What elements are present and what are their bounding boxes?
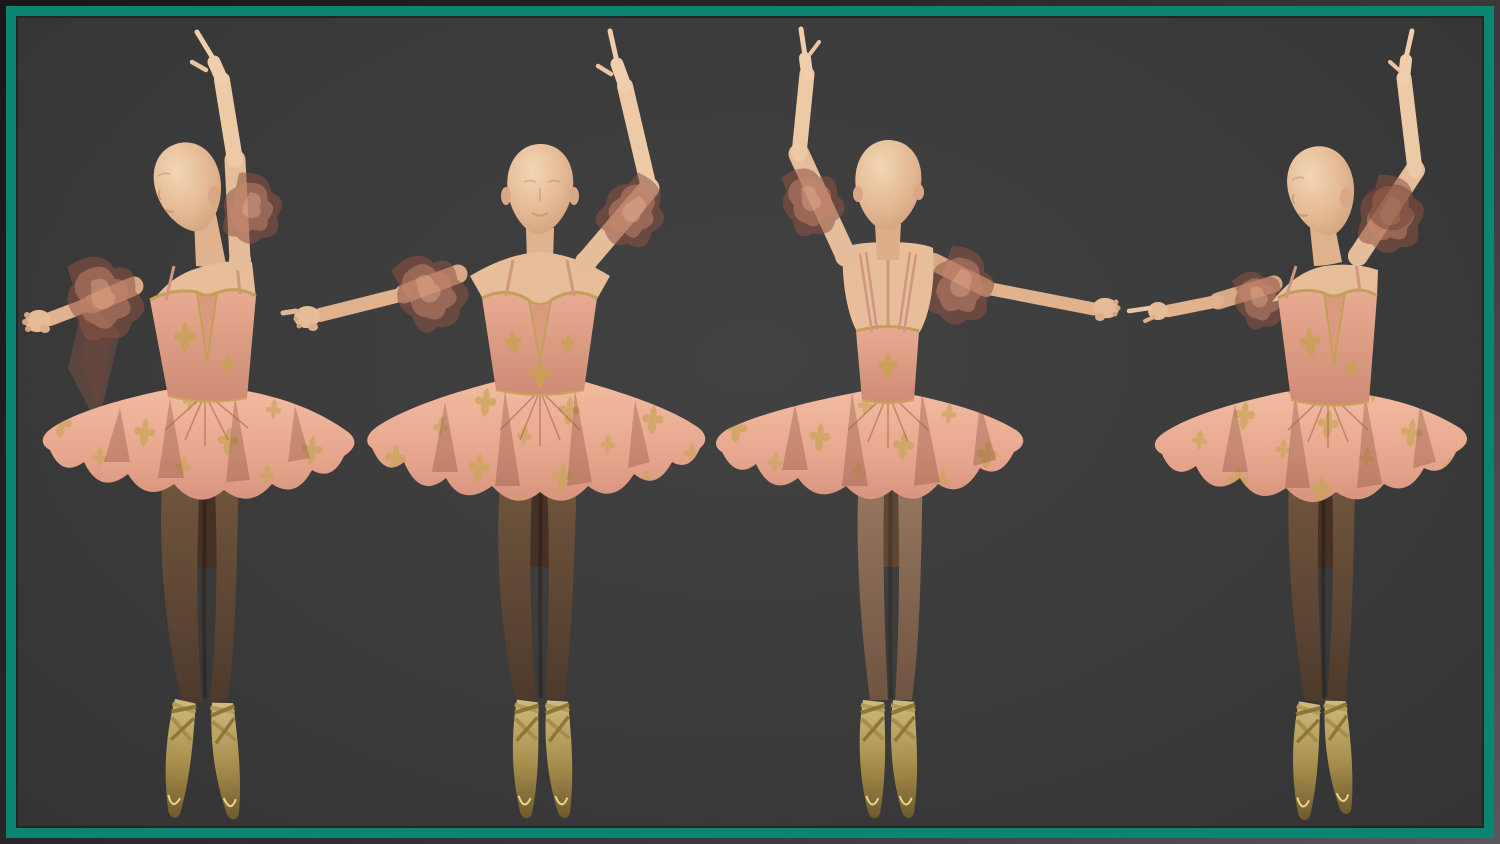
figure-2-tutu-skirt: [367, 378, 706, 501]
figure-2-head: [501, 142, 579, 236]
figure-2-ear: [569, 187, 579, 205]
figure-2-pointe-shoes: [510, 700, 574, 819]
figure-3-ear: [853, 186, 863, 202]
ballerina-figure-3: [716, 26, 1121, 821]
ballerina-figure-1: [22, 29, 355, 823]
figure-4-ear: [1340, 188, 1352, 208]
figure-4-pointing-finger: [1403, 28, 1415, 61]
figure-1-ear: [208, 186, 220, 206]
figure-3-pointing-finger: [798, 26, 808, 59]
figure-3-ear: [914, 184, 924, 200]
ballerina-render: [22, 26, 1468, 823]
ballerina-figure-2: [280, 28, 706, 819]
figure-4-pointe-shoes: [1286, 697, 1358, 823]
figure-1-head: [145, 135, 232, 239]
figure-1-shoulder-ruffle: [56, 245, 152, 350]
figure-4-tutu-skirt: [1154, 389, 1468, 503]
figure-4-pointing-finger: [1126, 305, 1153, 314]
figure-1-pointe-shoes: [156, 696, 246, 823]
figure-2-ear: [501, 187, 511, 205]
figure-3-tutu-skirt: [716, 390, 1024, 500]
artwork-stage: [0, 0, 1500, 844]
figure-3-head: [852, 138, 924, 232]
figure-1-pointing-finger: [194, 29, 217, 63]
figure-3-pointe-shoes: [856, 697, 921, 821]
figure-4-head: [1280, 140, 1364, 243]
figure-2-pointing-finger: [607, 28, 620, 65]
ballerina-figure-4: [1126, 28, 1468, 823]
